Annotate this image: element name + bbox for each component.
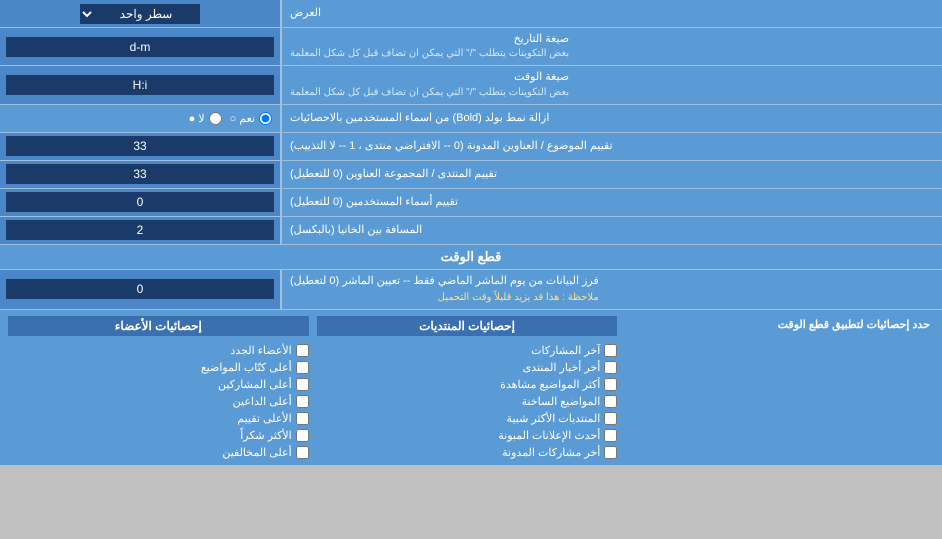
cutoff-value-input[interactable] bbox=[6, 279, 274, 299]
checkbox-forum-news[interactable]: أخر أخبار المنتدى bbox=[317, 361, 618, 374]
display-mode-select[interactable]: سطر واحد سطرين ثلاثة أسطر bbox=[80, 4, 200, 24]
checkbox-new-members-input[interactable] bbox=[296, 344, 309, 357]
date-format-input-cell[interactable] bbox=[0, 28, 280, 65]
checkbox-most-similar-input[interactable] bbox=[604, 412, 617, 425]
checkbox-forum-news-input[interactable] bbox=[604, 361, 617, 374]
checkbox-top-topic-writers[interactable]: أعلى كتّاب المواضيع bbox=[8, 361, 309, 374]
user-names-order-input[interactable] bbox=[6, 192, 274, 212]
member-stats-column: إحصائيات الأعضاء الأعضاء الجدد أعلى كتّا… bbox=[8, 316, 309, 459]
forum-topics-order-input[interactable] bbox=[6, 136, 274, 156]
forum-stats-column: إحصائيات المنتديات آخر المشاركات أخر أخب… bbox=[317, 316, 618, 459]
user-names-order-cell[interactable] bbox=[0, 189, 280, 216]
checkbox-top-violators-input[interactable] bbox=[296, 446, 309, 459]
checkbox-latest-announcements-input[interactable] bbox=[604, 429, 617, 442]
cutoff-section-header: قطع الوقت bbox=[0, 245, 942, 270]
checkbox-new-members[interactable]: الأعضاء الجدد bbox=[8, 344, 309, 357]
gap-between-label: المسافة بين الخانيا (بالبكسل) bbox=[280, 217, 942, 244]
checkbox-top-callers[interactable]: أعلى الداعين bbox=[8, 395, 309, 408]
checkbox-top-callers-input[interactable] bbox=[296, 395, 309, 408]
checkbox-most-similar[interactable]: المنتديات الأكثر شبية bbox=[317, 412, 618, 425]
checkbox-latest-announcements[interactable]: أحدث الإعلانات المبونة bbox=[317, 429, 618, 442]
checkbox-top-violators[interactable]: أعلى المخالفين bbox=[8, 446, 309, 459]
forum-topics-order-cell[interactable] bbox=[0, 133, 280, 160]
user-names-order-row: تقييم أسماء المستخدمين (0 للتعطيل) bbox=[0, 189, 942, 217]
cutoff-value-label: فرز البيانات من يوم الماشر الماضي فقط --… bbox=[280, 270, 942, 309]
bold-remove-radio-cell[interactable]: نعم ○ لا ● bbox=[0, 105, 280, 132]
gap-between-input[interactable] bbox=[6, 220, 274, 240]
checkbox-top-rated[interactable]: الأعلى تقييم bbox=[8, 412, 309, 425]
checkbox-most-thanked[interactable]: الأكثر شكراً bbox=[8, 429, 309, 442]
time-format-row: صيغة الوقت بعض التكوينات يتطلب "/" التي … bbox=[0, 66, 942, 104]
checkbox-hot-topics-input[interactable] bbox=[604, 395, 617, 408]
checkbox-most-thanked-input[interactable] bbox=[296, 429, 309, 442]
bold-no-option[interactable]: لا ● bbox=[189, 112, 222, 125]
user-names-order-label: تقييم أسماء المستخدمين (0 للتعطيل) bbox=[280, 189, 942, 216]
gap-between-cell[interactable] bbox=[0, 217, 280, 244]
checkbox-hot-topics[interactable]: المواضيع الساخنة bbox=[317, 395, 618, 408]
bold-yes-option[interactable]: نعم ○ bbox=[230, 112, 272, 125]
date-format-row: صيغة التاريخ بعض التكوينات يتطلب "/" الت… bbox=[0, 28, 942, 66]
checkbox-blog-posts-input[interactable] bbox=[604, 446, 617, 459]
bottom-main-label-section: حدد إحصائيات لتطبيق قطع الوقت bbox=[625, 316, 934, 459]
cutoff-value-cell[interactable] bbox=[0, 270, 280, 309]
display-mode-cell[interactable]: سطر واحد سطرين ثلاثة أسطر bbox=[0, 0, 280, 27]
checkbox-most-viewed[interactable]: أكثر المواضيع مشاهدة bbox=[317, 378, 618, 391]
date-format-label: صيغة التاريخ بعض التكوينات يتطلب "/" الت… bbox=[280, 28, 942, 65]
checkbox-most-viewed-input[interactable] bbox=[604, 378, 617, 391]
member-stats-header: إحصائيات الأعضاء bbox=[8, 316, 309, 336]
bottom-section: حدد إحصائيات لتطبيق قطع الوقت إحصائيات ا… bbox=[0, 310, 942, 465]
time-format-input[interactable] bbox=[6, 75, 274, 95]
bold-remove-label: ازالة نمط بولد (Bold) من اسماء المستخدمي… bbox=[280, 105, 942, 132]
cutoff-value-row: فرز البيانات من يوم الماشر الماضي فقط --… bbox=[0, 270, 942, 310]
forum-topics-order-label: تقييم الموضوع / العناوين المدونة (0 -- ا… bbox=[280, 133, 942, 160]
forum-group-order-input[interactable] bbox=[6, 164, 274, 184]
forum-stats-header: إحصائيات المنتديات bbox=[317, 316, 618, 336]
time-format-input-cell[interactable] bbox=[0, 66, 280, 103]
checkbox-last-posts[interactable]: آخر المشاركات bbox=[317, 344, 618, 357]
display-label: العرض bbox=[280, 0, 942, 27]
checkbox-last-posts-input[interactable] bbox=[604, 344, 617, 357]
gap-between-row: المسافة بين الخانيا (بالبكسل) bbox=[0, 217, 942, 245]
forum-group-order-cell[interactable] bbox=[0, 161, 280, 188]
checkbox-top-topic-writers-input[interactable] bbox=[296, 361, 309, 374]
checkbox-blog-posts[interactable]: أخر مشاركات المدونة bbox=[317, 446, 618, 459]
checkbox-top-rated-input[interactable] bbox=[296, 412, 309, 425]
bold-no-radio[interactable] bbox=[209, 112, 222, 125]
checkbox-top-participants-input[interactable] bbox=[296, 378, 309, 391]
forum-topics-order-row: تقييم الموضوع / العناوين المدونة (0 -- ا… bbox=[0, 133, 942, 161]
bold-remove-row: ازالة نمط بولد (Bold) من اسماء المستخدمي… bbox=[0, 105, 942, 133]
time-format-label: صيغة الوقت بعض التكوينات يتطلب "/" التي … bbox=[280, 66, 942, 103]
checkbox-top-participants[interactable]: أعلى المشاركين bbox=[8, 378, 309, 391]
bold-yes-radio[interactable] bbox=[259, 112, 272, 125]
display-mode-row: العرض سطر واحد سطرين ثلاثة أسطر bbox=[0, 0, 942, 28]
date-format-input[interactable] bbox=[6, 37, 274, 57]
main-container: العرض سطر واحد سطرين ثلاثة أسطر صيغة الت… bbox=[0, 0, 942, 465]
forum-group-order-row: تقييم المنتدى / المجموعة العناوين (0 للت… bbox=[0, 161, 942, 189]
forum-group-order-label: تقييم المنتدى / المجموعة العناوين (0 للت… bbox=[280, 161, 942, 188]
